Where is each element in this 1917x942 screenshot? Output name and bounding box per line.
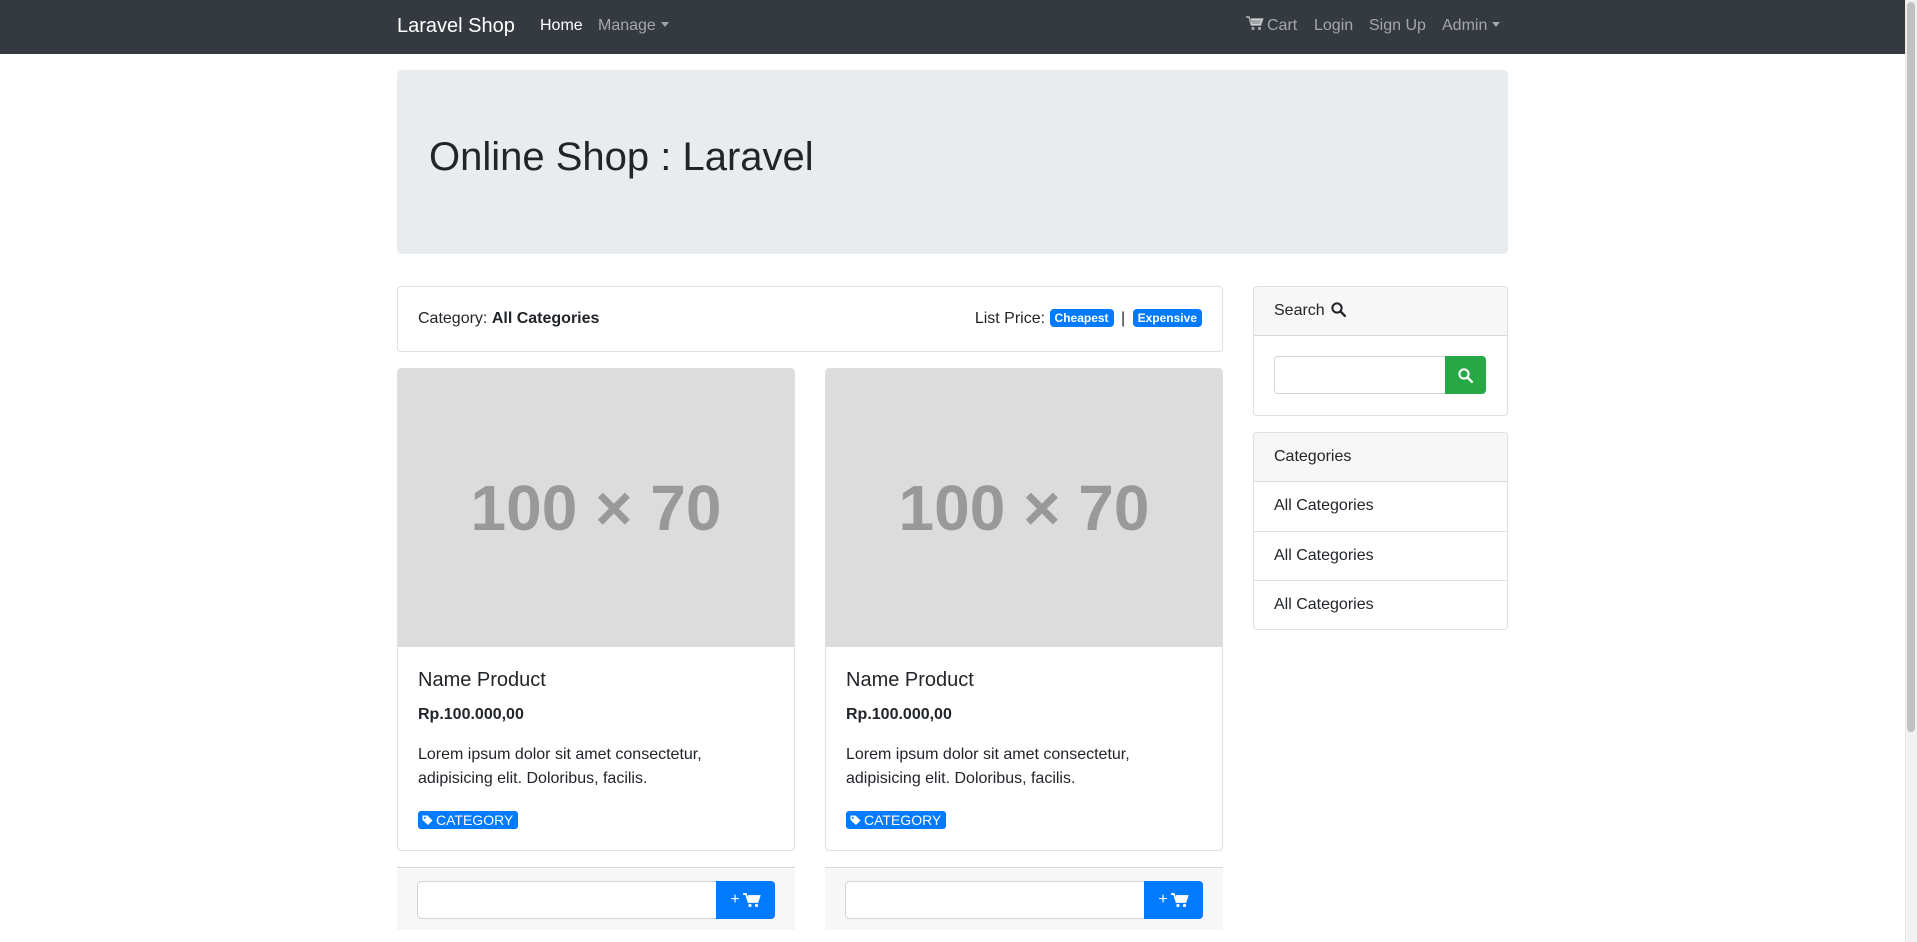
product-description: Lorem ipsum dolor sit amet consectetur, … — [418, 746, 702, 787]
nav-admin-dropdown[interactable]: Admin — [1442, 16, 1500, 36]
search-card: Search — [1253, 286, 1508, 416]
categories-card-header: Categories — [1254, 433, 1507, 482]
category-item[interactable]: All Categories — [1254, 531, 1507, 580]
product-card: 100 × 70 Name Product Rp.100.000,00 Lore… — [825, 368, 1223, 851]
category-filter: Category: All Categories — [418, 309, 599, 329]
product-price: Rp.100.000,00 — [418, 706, 524, 723]
category-filter-value: All Categories — [491, 310, 600, 327]
search-button[interactable] — [1445, 356, 1486, 394]
add-to-cart-button[interactable]: + — [1144, 881, 1203, 919]
nav-manage-label: Manage — [598, 17, 656, 34]
product-category-badge[interactable]: CATEGORY — [846, 811, 947, 829]
product-description: Lorem ipsum dolor sit amet consectetur, … — [846, 746, 1130, 787]
nav-admin-label: Admin — [1442, 17, 1488, 34]
cart-icon — [1170, 892, 1189, 907]
tags-icon — [422, 815, 433, 825]
product-category-label: CATEGORY — [864, 812, 942, 828]
category-item[interactable]: All Categories — [1254, 482, 1507, 531]
search-card-body — [1254, 336, 1507, 415]
filter-bar: Category: All Categories List Price: Che… — [397, 286, 1223, 352]
price-sort: List Price: Cheapest | Expensive — [975, 309, 1202, 329]
quantity-input[interactable] — [845, 881, 1145, 919]
search-card-title: Search — [1274, 302, 1325, 319]
add-to-cart-label: + — [1158, 891, 1168, 908]
product-name[interactable]: Name Product — [418, 668, 546, 692]
search-icon — [1331, 302, 1347, 318]
categories-list: All Categories All Categories All Catego… — [1254, 482, 1507, 629]
categories-card: Categories All Categories All Categories… — [1253, 432, 1508, 630]
category-item[interactable]: All Categories — [1254, 580, 1507, 629]
nav-manage-dropdown[interactable]: Manage — [598, 16, 669, 36]
sort-cheapest-badge[interactable]: Cheapest — [1049, 309, 1114, 327]
cart-icon — [1246, 16, 1264, 31]
brand-link[interactable]: Laravel Shop — [397, 14, 515, 38]
cart-icon — [742, 892, 761, 907]
add-to-cart-row: + — [397, 867, 795, 930]
page-scrollbar[interactable] — [1905, 0, 1917, 942]
nav-signup[interactable]: Sign Up — [1369, 16, 1426, 36]
product-image-placeholder[interactable]: 100 × 70 — [398, 369, 794, 647]
nav-login[interactable]: Login — [1314, 16, 1353, 36]
product-image-placeholder[interactable]: 100 × 70 — [826, 369, 1222, 647]
search-icon — [1458, 367, 1473, 383]
page-title: Online Shop : Laravel — [429, 135, 814, 179]
tags-icon — [850, 815, 861, 825]
nav-home[interactable]: Home — [540, 16, 583, 36]
price-sort-label: List Price: — [974, 310, 1046, 327]
nav-cart[interactable]: Cart — [1246, 16, 1297, 36]
product-category-label: CATEGORY — [436, 812, 514, 828]
product-card: 100 × 70 Name Product Rp.100.000,00 Lore… — [397, 368, 795, 851]
add-to-cart-button[interactable]: + — [716, 881, 775, 919]
sort-expensive-badge[interactable]: Expensive — [1132, 309, 1202, 327]
add-to-cart-label: + — [730, 891, 740, 908]
product-name[interactable]: Name Product — [846, 668, 974, 692]
category-filter-label: Category: — [418, 310, 488, 327]
scrollbar-thumb[interactable] — [1907, 2, 1915, 732]
search-input[interactable] — [1274, 356, 1446, 394]
product-category-badge[interactable]: CATEGORY — [418, 811, 519, 829]
navbar: Laravel Shop Home Manage Cart Login Sign… — [0, 0, 1905, 54]
nav-cart-label: Cart — [1267, 17, 1298, 34]
sort-separator: | — [1121, 310, 1126, 327]
jumbotron: Online Shop : Laravel — [397, 70, 1508, 254]
add-to-cart-row: + — [825, 867, 1223, 930]
product-price: Rp.100.000,00 — [846, 706, 952, 723]
quantity-input[interactable] — [417, 881, 717, 919]
search-card-header: Search — [1254, 287, 1507, 336]
